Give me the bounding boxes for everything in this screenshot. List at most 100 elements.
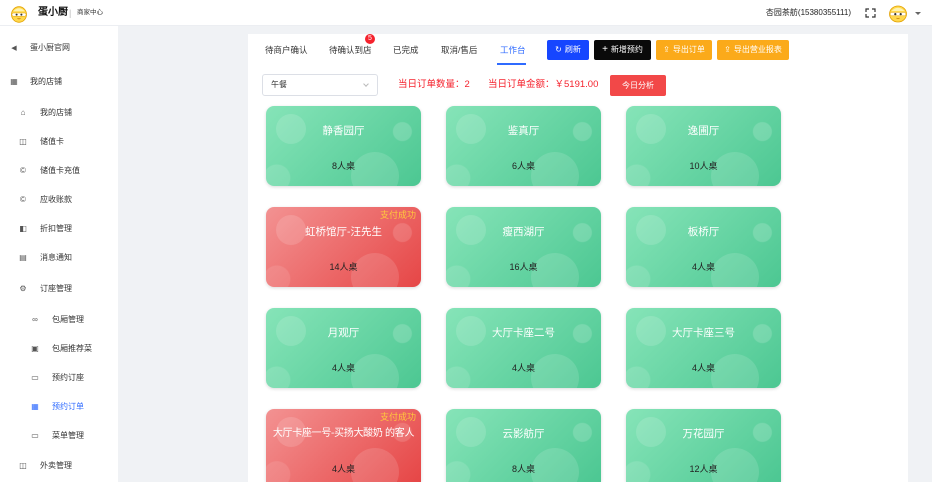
tab-completed[interactable]: 已完成 (393, 40, 419, 60)
order-amount-label: 当日订单金额： (488, 79, 555, 90)
room-name: 板桥厅 (687, 226, 720, 238)
sidebar-item-private-rooms[interactable]: 包厢管理 (0, 310, 118, 330)
room-table-size: 10人桌 (689, 161, 718, 171)
tab-pending-arrival[interactable]: 待确认到店 (329, 40, 372, 60)
send-icon (9, 38, 19, 59)
sidebar-item-messages[interactable]: 消息通知 (0, 248, 118, 268)
sidebar-item-card-recharge[interactable]: 储值卡充值 (0, 161, 118, 181)
sidebar-item-table-booking[interactable]: 预约订座 (0, 368, 118, 388)
workbench-panel: 待商户确认 待确认到店 5 已完成 取消/售后 工作台 刷新 新增预约 导出订单… (248, 34, 908, 482)
room-card-grid: 静香园厅 8人桌 鉴真厅 6人桌 逸圃厅 10人桌 支付成功 虹桥馆厅-汪先生 … (266, 106, 781, 482)
sidebar-item-room-recommended-dishes[interactable]: 包厢推荐菜 (0, 339, 118, 359)
room-table-size: 14人桌 (329, 262, 358, 272)
avatar[interactable] (887, 3, 909, 23)
caret-down-icon[interactable] (915, 12, 921, 15)
sidebar-item-label: 储值卡充值 (40, 166, 80, 175)
sidebar-item-label: 订座管理 (40, 284, 72, 293)
sidebar-item-label: 预约订座 (52, 373, 84, 382)
sidebar-item-my-store[interactable]: 我的店铺 (0, 103, 118, 123)
sidebar-item-label: 折扣管理 (40, 224, 72, 233)
brand-name: 蛋小厨 (38, 7, 68, 18)
today-analysis-button[interactable]: 今日分析 (610, 75, 666, 96)
room-card[interactable]: 静香园厅 8人桌 (266, 106, 421, 186)
export-orders-label: 导出订单 (672, 45, 705, 54)
coin-icon (18, 190, 28, 210)
payment-status-badge: 支付成功 (379, 412, 416, 422)
sidebar-item-receivables[interactable]: 应收账款 (0, 190, 118, 210)
sidebar-item-discounts[interactable]: 折扣管理 (0, 219, 118, 239)
room-table-size: 8人桌 (511, 464, 535, 474)
tab-cancel-after-sale[interactable]: 取消/售后 (441, 40, 477, 60)
sidebar-item-booking-orders[interactable]: 预约订单 (0, 397, 118, 417)
room-name: 大厅卡座三号 (672, 327, 735, 339)
payment-status-badge: 支付成功 (379, 210, 416, 220)
room-name: 鉴真厅 (507, 125, 540, 137)
refresh-button[interactable]: 刷新 (547, 40, 589, 60)
sidebar-item-label: 我的店铺 (40, 108, 72, 117)
order-amount-value: ￥5191.00 (554, 79, 599, 90)
order-amount-stat: 当日订单金额：￥5191.00 (488, 74, 598, 96)
menu-icon (30, 426, 40, 446)
room-card[interactable]: 板桥厅 4人桌 (626, 207, 781, 287)
order-count-stat: 当日订单数量：2 (398, 74, 470, 96)
meal-period-select[interactable]: 午餐 (262, 74, 378, 96)
fullscreen-icon[interactable] (865, 8, 876, 18)
sidebar-item-label: 菜单管理 (52, 431, 84, 440)
account-name[interactable]: 杏园茶舫(15380355111) (766, 0, 851, 26)
room-card[interactable]: 逸圃厅 10人桌 (626, 106, 781, 186)
room-table-size: 8人桌 (331, 161, 355, 171)
room-name: 月观厅 (327, 327, 360, 339)
sidebar-item-official-site[interactable]: 蛋小厨官网 (0, 38, 118, 58)
sidebar-item-takeaway[interactable]: 外卖管理 (0, 456, 118, 476)
refresh-label: 刷新 (564, 45, 581, 54)
gear-icon (18, 279, 28, 299)
sidebar-item-label: 我的店铺 (30, 77, 62, 86)
egg-mascot-logo-icon[interactable] (9, 3, 29, 23)
top-header: 蛋小厨 | 商家中心 杏园茶舫(15380355111) (0, 0, 932, 26)
room-card[interactable]: 支付成功 大厅卡座一号-买扬大酸奶 的客人 4人桌 (266, 409, 421, 482)
room-name: 瘦西湖厅 (502, 226, 545, 238)
sidebar-item-label: 蛋小厨官网 (30, 43, 70, 52)
room-card[interactable]: 大厅卡座三号 4人桌 (626, 308, 781, 388)
sidebar-item-label: 外卖管理 (40, 461, 72, 470)
sidebar-item-label: 预约订单 (52, 402, 84, 411)
room-name: 万花园厅 (682, 428, 725, 440)
sidebar: 蛋小厨官网 我的店铺 我的店铺 储值卡 储值卡充值 应收账款 折扣管理 消息通知… (0, 26, 118, 482)
sidebar-item-label: 应收账款 (40, 195, 72, 204)
sidebar-item-stored-value-card[interactable]: 储值卡 (0, 132, 118, 152)
shop-icon (18, 103, 28, 123)
coin-icon (18, 161, 28, 181)
sidebar-item-menu-management[interactable]: 菜单管理 (0, 426, 118, 446)
dish-icon (30, 339, 40, 359)
room-card[interactable]: 月观厅 4人桌 (266, 308, 421, 388)
room-card[interactable]: 支付成功 虹桥馆厅-汪先生 14人桌 (266, 207, 421, 287)
export-icon (663, 40, 670, 60)
keyboard-icon (30, 368, 40, 388)
sidebar-item-label: 储值卡 (40, 137, 64, 146)
room-card[interactable]: 云影舫厅 8人桌 (446, 409, 601, 482)
room-table-size: 6人桌 (511, 161, 535, 171)
card-icon (18, 132, 28, 152)
new-booking-button[interactable]: 新增预约 (594, 40, 651, 60)
message-icon (18, 248, 28, 268)
sidebar-item-label: 包厢推荐菜 (52, 344, 92, 353)
sidebar-group-my-store[interactable]: 我的店铺 (0, 72, 118, 92)
room-card[interactable]: 鉴真厅 6人桌 (446, 106, 601, 186)
tab-pending-merchant-confirm[interactable]: 待商户确认 (265, 40, 308, 60)
sidebar-item-reservation-management[interactable]: 订座管理 (0, 279, 118, 299)
order-count-value: 2 (464, 79, 470, 90)
store-icon (9, 72, 19, 92)
order-count-label: 当日订单数量： (398, 79, 465, 90)
export-orders-button[interactable]: 导出订单 (656, 40, 712, 60)
room-card[interactable]: 瘦西湖厅 16人桌 (446, 207, 601, 287)
export-report-label: 导出营业报表 (733, 45, 782, 54)
sidebar-item-label: 包厢管理 (52, 315, 84, 324)
brand-separator: | (69, 8, 72, 18)
new-booking-label: 新增预约 (610, 45, 643, 54)
brand-subtitle: 商家中心 (77, 9, 103, 16)
export-report-button[interactable]: 导出营业报表 (717, 40, 789, 60)
tab-workbench[interactable]: 工作台 (500, 40, 526, 60)
room-card[interactable]: 万花园厅 12人桌 (626, 409, 781, 482)
room-card[interactable]: 大厅卡座二号 4人桌 (446, 308, 601, 388)
order-grid-icon (30, 397, 40, 417)
